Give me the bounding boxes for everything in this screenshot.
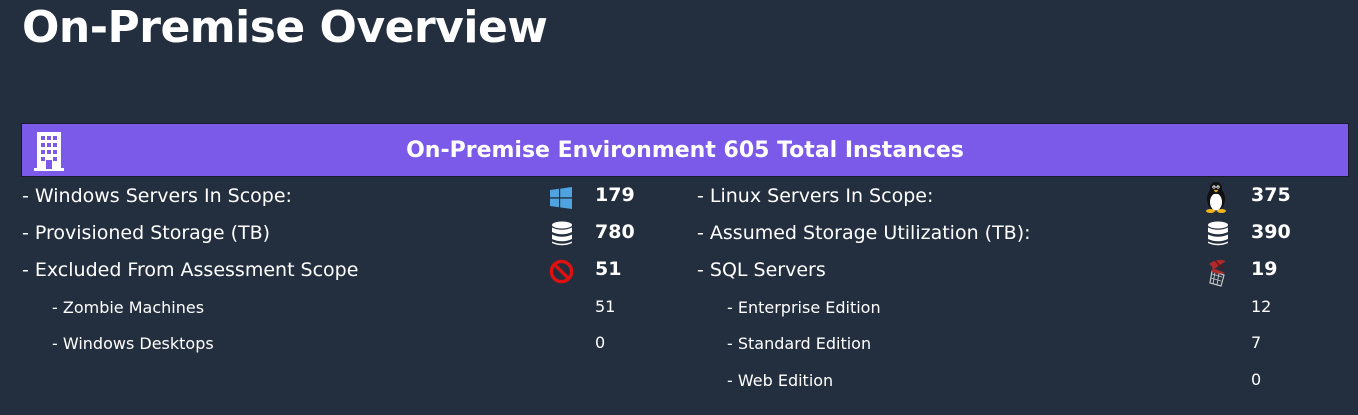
summary-banner: On-Premise Environment 605 Total Instanc… <box>21 123 1349 177</box>
linux-servers-value: 375 <box>1251 184 1291 206</box>
provisioned-storage-value: 780 <box>595 221 635 243</box>
excluded-scope-value: 51 <box>595 258 622 280</box>
linux-servers-row: - Linux Servers In Scope: <box>697 181 933 211</box>
excluded-scope-row: - Excluded From Assessment Scope <box>22 255 358 285</box>
sql-server-icon <box>1209 259 1226 287</box>
enterprise-edition-row: - Enterprise Edition <box>727 292 881 322</box>
assumed-storage-row: - Assumed Storage Utilization (TB): <box>697 218 1031 248</box>
windows-servers-value: 179 <box>595 184 635 206</box>
windows-icon <box>550 187 572 209</box>
sql-servers-value: 19 <box>1251 258 1278 280</box>
standard-edition-value: 7 <box>1251 333 1262 352</box>
database-icon <box>552 221 572 246</box>
web-edition-row: - Web Edition <box>727 365 833 395</box>
excluded-scope-label: - Excluded From Assessment Scope <box>22 259 359 281</box>
prohibited-icon <box>549 259 574 284</box>
assumed-storage-value: 390 <box>1251 221 1291 243</box>
standard-edition-row: - Standard Edition <box>727 328 871 358</box>
linux-servers-label: - Linux Servers In Scope: <box>697 185 934 207</box>
database-icon <box>1208 221 1228 246</box>
windows-desktops-value: 0 <box>595 333 606 352</box>
web-edition-label: - Web Edition <box>727 370 834 390</box>
zombie-machines-value: 51 <box>595 297 616 316</box>
banner-title: On-Premise Environment 605 Total Instanc… <box>406 137 964 163</box>
enterprise-edition-value: 12 <box>1251 297 1272 316</box>
assumed-storage-label: - Assumed Storage Utilization (TB): <box>697 222 1031 244</box>
zombie-machines-label: - Zombie Machines <box>52 297 205 317</box>
windows-desktops-label: - Windows Desktops <box>52 333 214 353</box>
page-title: On-Premise Overview <box>22 2 548 53</box>
sql-servers-label: - SQL Servers <box>697 259 826 281</box>
linux-penguin-icon <box>1206 182 1226 213</box>
standard-edition-label: - Standard Edition <box>727 333 872 353</box>
enterprise-edition-label: - Enterprise Edition <box>727 297 881 317</box>
sql-servers-row: - SQL Servers <box>697 255 826 285</box>
provisioned-storage-row: - Provisioned Storage (TB) <box>22 218 270 248</box>
zombie-machines-row: - Zombie Machines <box>52 292 204 322</box>
windows-servers-label: - Windows Servers In Scope: <box>22 185 292 207</box>
windows-servers-row: - Windows Servers In Scope: <box>22 181 292 211</box>
web-edition-value: 0 <box>1251 370 1262 389</box>
provisioned-storage-label: - Provisioned Storage (TB) <box>22 222 271 244</box>
windows-desktops-row: - Windows Desktops <box>52 328 214 358</box>
